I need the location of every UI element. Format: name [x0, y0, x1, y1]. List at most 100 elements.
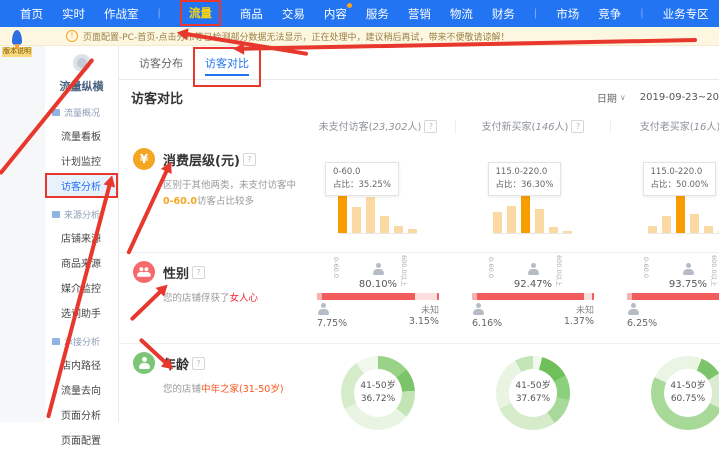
nav-item-物流[interactable]: 物流: [450, 6, 473, 22]
age-chart-unpaid[interactable]: 41-50岁 36.72%: [301, 352, 456, 430]
tab-visitor-distribution[interactable]: 访客分布: [129, 49, 193, 79]
bar: [662, 216, 671, 233]
age-chart-old-buyers[interactable]: 41-50岁 60.75%: [611, 352, 719, 430]
tab-bar: 访客分布 访客对比: [119, 46, 719, 80]
row-age: 年龄 ? 您的店铺中年之家(31-50岁) 41-50岁36.72% 41-50…: [119, 343, 719, 430]
tab-visitor-compare[interactable]: 访客对比: [193, 47, 261, 87]
bar: [535, 209, 544, 233]
gender-bar: [317, 293, 439, 300]
sidebar-section-label: 来源分析: [64, 208, 100, 221]
sidebar-item-流量去向[interactable]: 流量去向: [45, 377, 118, 402]
male-icon: [317, 303, 329, 315]
consume-chart-old-buyers[interactable]: 115.0-220.0占比：50.00%0-60.0600.0以上: [611, 148, 719, 252]
nav-item-商品[interactable]: 商品: [240, 6, 263, 22]
date-picker[interactable]: 日期 ∨ 2019-09-23~20: [597, 90, 719, 105]
nav-item-内容[interactable]: 内容: [324, 6, 347, 22]
donut-center-value: 36.72%: [354, 394, 402, 404]
sidebar-item-选词助手[interactable]: 选词助手: [45, 300, 118, 325]
consume-level-desc: 区别于其他两类，未支付访客中0-60.0访客占比较多: [163, 178, 303, 210]
sidebar-item-计划监控[interactable]: 计划监控: [45, 148, 118, 173]
nav-item-财务[interactable]: 财务: [492, 6, 515, 22]
tooltip-range: 115.0-220.0: [651, 166, 709, 179]
person-icon: [133, 352, 155, 374]
gender-chart-old-buyers[interactable]: 93.75% 6.25%: [611, 261, 719, 329]
gender-bottom: 6.16% 未知1.37%: [472, 303, 594, 329]
sidebar-section: 承接分析店内路径流量去向页面分析页面配置: [45, 331, 118, 452]
male-percent: 6.16%: [472, 318, 502, 329]
gender-bar: [627, 293, 719, 300]
tooltip-range: 0-60.0: [333, 166, 391, 179]
sidebar-section: 流量概况流量看板计划监控访客分析: [45, 102, 118, 198]
sidebar-section-header[interactable]: 流量概况: [45, 102, 118, 123]
row-gender: 性别 ? 您的店铺俘获了女人心 80.10%7.75%未知3.15% 92.47…: [119, 252, 719, 343]
sidebar-item-页面分析[interactable]: 页面分析: [45, 402, 118, 427]
sidebar-item-流量看板[interactable]: 流量看板: [45, 123, 118, 148]
tooltip-pct: 占比：35.25%: [333, 179, 391, 192]
unknown-stat: 未知1.37%: [564, 303, 594, 329]
donut-center-label: 41-50岁: [354, 378, 402, 391]
people-icon: [133, 261, 155, 283]
sidebar-avatar[interactable]: [73, 54, 91, 72]
nav-item-流量[interactable]: 流量: [180, 0, 221, 26]
age-donut: 41-50岁 60.75%: [651, 356, 719, 430]
unknown-percent: 3.15%: [409, 316, 439, 327]
help-icon[interactable]: ?: [424, 120, 437, 133]
sidebar-item-访客分析[interactable]: 访客分析: [45, 173, 118, 198]
tooltip-pct: 占比：36.30%: [496, 179, 554, 192]
sidebar-item-商品来源[interactable]: 商品来源: [45, 250, 118, 275]
female-icon-area: 92.47%: [472, 263, 594, 290]
notice-bar: ! 页面配置-PC-首页-点击分布等已检测部分数据无法显示，正在处理中，建议稍后…: [0, 27, 719, 46]
donut-center-label: 41-50岁: [509, 378, 557, 391]
sidebar-section: 来源分析店铺来源商品来源媒介监控选词助手: [45, 204, 118, 325]
page-title: 访客对比: [131, 88, 183, 107]
nav-item-服务[interactable]: 服务: [366, 6, 389, 22]
donut-center: 41-50岁 36.72%: [354, 369, 402, 417]
bar: [493, 212, 502, 233]
unknown-stat: 未知3.15%: [409, 303, 439, 329]
help-icon[interactable]: ?: [571, 120, 584, 133]
nav-divider: |: [158, 8, 161, 19]
bar: [521, 189, 530, 233]
gender-chart-new-buyers[interactable]: 92.47% 6.16% 未知1.37%: [456, 261, 611, 329]
age-desc: 您的店铺中年之家(31-50岁): [163, 382, 303, 398]
sidebar-item-媒介监控[interactable]: 媒介监控: [45, 275, 118, 300]
consume-chart-new-buyers[interactable]: 115.0-220.0占比：36.30%0-60.0600.0以上: [456, 148, 611, 252]
male-stat: 6.25%: [627, 303, 657, 329]
donut-center-value: 60.75%: [664, 394, 712, 404]
nav-item-营销[interactable]: 营销: [408, 6, 431, 22]
nav-item-竞争[interactable]: 竞争: [598, 6, 621, 22]
nav-item-实时[interactable]: 实时: [62, 6, 85, 22]
chart-tooltip: 0-60.0占比：35.25%: [325, 162, 399, 196]
main-panel: 访客分布 访客对比 访客对比 日期 ∨ 2019-09-23~20 未支付访客(…: [119, 46, 719, 422]
help-icon[interactable]: ?: [192, 357, 205, 370]
notice-text: 页面配置-PC-首页-点击分布等已检测部分数据无法显示，正在处理中，建议稍后再试…: [83, 30, 509, 43]
gender-bar: [472, 293, 594, 300]
sidebar-item-页面配置[interactable]: 页面配置: [45, 427, 118, 452]
sidebar-item-店铺来源[interactable]: 店铺来源: [45, 225, 118, 250]
female-icon: [372, 263, 384, 275]
age-chart-new-buyers[interactable]: 41-50岁37.67%: [456, 352, 611, 430]
folder-icon: [52, 211, 60, 218]
nav-item-首页[interactable]: 首页: [20, 6, 43, 22]
consume-chart-unpaid[interactable]: 0-60.0占比：35.25%0-60.0600.0以上: [301, 148, 456, 252]
donut-center-label: 41-50岁: [664, 378, 712, 391]
chart-tooltip: 115.0-220.0占比：50.00%: [643, 162, 717, 196]
age-donut: 41-50岁 36.72%: [341, 356, 415, 430]
nav-item-交易[interactable]: 交易: [282, 6, 305, 22]
sidebar-item-店内路径[interactable]: 店内路径: [45, 352, 118, 377]
female-icon-area: 80.10%: [317, 263, 439, 290]
nav-item-业务专区[interactable]: 业务专区: [663, 6, 709, 22]
female-percent: 92.47%: [472, 279, 594, 290]
bar: [648, 226, 657, 233]
version-widget[interactable]: 版本说明: [2, 30, 32, 57]
nav-item-作战室[interactable]: 作战室: [104, 6, 139, 22]
female-icon-area: 93.75%: [627, 263, 719, 290]
help-icon[interactable]: ?: [243, 153, 256, 166]
nav-item-市场[interactable]: 市场: [556, 6, 579, 22]
donut-center: 41-50岁 60.75%: [664, 369, 712, 417]
donut-center: 41-50岁37.67%: [509, 369, 557, 417]
sidebar-section-header[interactable]: 来源分析: [45, 204, 118, 225]
sidebar-section-header[interactable]: 承接分析: [45, 331, 118, 352]
gender-chart-unpaid[interactable]: 80.10%7.75%未知3.15%: [301, 261, 456, 329]
help-icon[interactable]: ?: [192, 266, 205, 279]
